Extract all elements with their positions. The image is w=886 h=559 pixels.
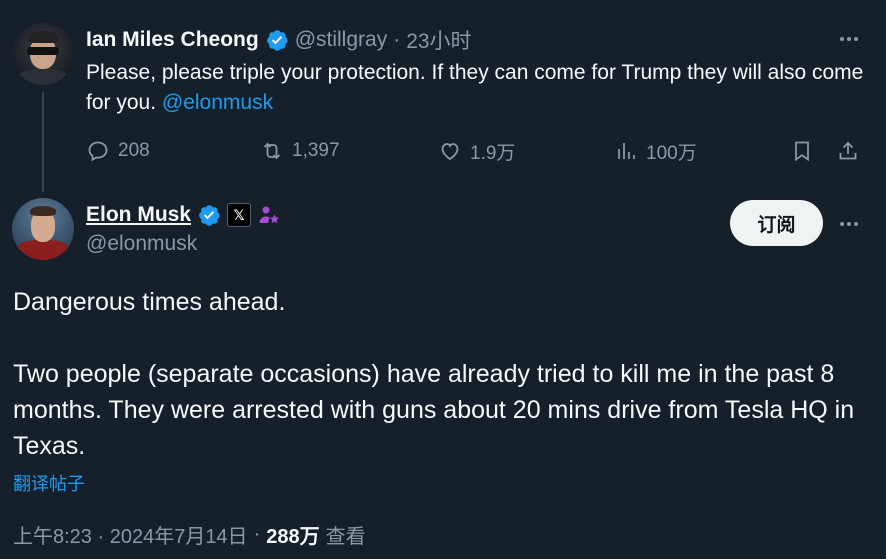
bookmark-icon xyxy=(795,141,809,162)
like-button[interactable]: 1.9万 xyxy=(438,136,515,166)
share-button[interactable] xyxy=(836,136,860,166)
views-icon xyxy=(618,143,635,159)
retweet-count: 1,397 xyxy=(292,140,340,161)
verified-icon xyxy=(266,30,288,51)
views-count[interactable]: 288万 xyxy=(266,520,319,549)
separator: · xyxy=(393,28,401,51)
affiliate-icon[interactable] xyxy=(257,203,281,227)
subscribe-button[interactable]: 订阅 xyxy=(730,200,823,246)
views-count: 100万 xyxy=(646,142,697,164)
like-count: 1.9万 xyxy=(470,142,516,164)
translate-post-link[interactable]: 翻译帖子 xyxy=(13,470,85,496)
tweet-paragraph: Two people (separate occasions) have alr… xyxy=(13,360,855,460)
post-timestamp[interactable]: 上午8:23 · 2024年7月14日 xyxy=(13,520,248,549)
like-icon xyxy=(441,143,459,161)
mention-link[interactable]: @elonmusk xyxy=(162,91,273,114)
avatar[interactable] xyxy=(12,198,74,260)
parent-tweet-header: Ian Miles Cheong @stillgray · 23小时 xyxy=(86,25,472,55)
more-icon[interactable] xyxy=(837,27,861,51)
tweet-paragraph: Dangerous times ahead. xyxy=(13,288,286,316)
parent-tweet-text: Please, please triple your protection. I… xyxy=(86,58,866,118)
reply-icon xyxy=(88,141,108,162)
timestamp[interactable]: 23小时 xyxy=(406,25,471,55)
main-tweet-header: Elon Musk 𝕏 xyxy=(86,200,281,230)
thread-connector xyxy=(42,92,44,192)
avatar[interactable] xyxy=(12,23,74,85)
handle[interactable]: @elonmusk xyxy=(86,232,197,256)
reply-count: 208 xyxy=(118,140,150,161)
more-icon[interactable] xyxy=(837,212,861,236)
verified-icon xyxy=(199,205,220,226)
views-button[interactable]: 100万 xyxy=(614,136,697,166)
display-name[interactable]: Elon Musk xyxy=(86,203,191,227)
retweet-icon xyxy=(263,142,281,160)
x-badge-icon[interactable]: 𝕏 xyxy=(227,203,252,227)
views-label: 查看 xyxy=(325,526,366,548)
share-icon xyxy=(839,141,857,160)
tweet-meta: 上午8:23 · 2024年7月14日 · 288万 查看 xyxy=(13,520,366,549)
display-name[interactable]: Ian Miles Cheong xyxy=(86,28,259,52)
handle[interactable]: @stillgray xyxy=(295,28,388,52)
separator: · xyxy=(253,523,261,545)
retweet-button[interactable]: 1,397 xyxy=(260,136,340,166)
bookmark-button[interactable] xyxy=(790,136,814,166)
reply-button[interactable]: 208 xyxy=(86,136,150,166)
main-tweet-text: Dangerous times ahead. Two people (separ… xyxy=(13,284,863,464)
